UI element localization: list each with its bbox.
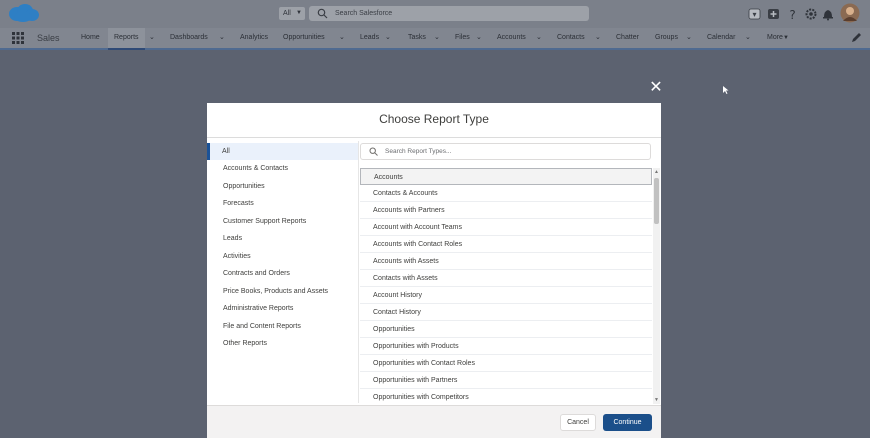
category-item-opportunities[interactable]: Opportunities bbox=[209, 178, 358, 195]
report-type-item[interactable]: Contacts & Accounts bbox=[360, 185, 652, 202]
category-item-accounts-contacts[interactable]: Accounts & Contacts bbox=[209, 160, 358, 177]
report-type-search-input[interactable]: Search Report Types... bbox=[360, 143, 651, 160]
close-modal-icon[interactable]: ✕ bbox=[649, 80, 663, 96]
category-item-forecasts[interactable]: Forecasts bbox=[209, 195, 358, 212]
nav-item-more[interactable]: More▼ bbox=[767, 28, 789, 48]
category-item-administrative[interactable]: Administrative Reports bbox=[209, 300, 358, 317]
svg-text:▾: ▾ bbox=[752, 10, 756, 19]
nav-item-calendar[interactable]: Calendar bbox=[707, 28, 735, 48]
nav-item-reports-label: Reports bbox=[114, 34, 139, 41]
global-search-placeholder: Search Salesforce bbox=[335, 10, 393, 17]
category-item-leads[interactable]: Leads bbox=[209, 230, 358, 247]
chevron-down-icon[interactable]: ⌄ bbox=[434, 31, 440, 45]
nav-item-contacts[interactable]: Contacts bbox=[557, 28, 585, 48]
report-type-list: Accounts Contacts & Accounts Accounts wi… bbox=[360, 168, 652, 404]
modal-footer: Cancel Continue bbox=[207, 405, 661, 438]
search-icon bbox=[369, 147, 378, 156]
continue-button[interactable]: Continue bbox=[603, 414, 652, 431]
chevron-down-icon[interactable]: ⌄ bbox=[595, 31, 601, 45]
app-nav-bar: Sales Home Reports ⌄ Dashboards ⌄ Analyt… bbox=[0, 28, 870, 50]
modal-title: Choose Report Type bbox=[207, 103, 661, 138]
report-type-scrollbar[interactable]: ▲ ▼ bbox=[653, 168, 660, 404]
category-item-file-content[interactable]: File and Content Reports bbox=[209, 318, 358, 335]
report-type-item[interactable]: Accounts with Contact Roles bbox=[360, 236, 652, 253]
chevron-down-icon[interactable]: ⌄ bbox=[536, 31, 542, 45]
report-type-item[interactable]: Opportunities bbox=[360, 321, 652, 338]
gear-icon[interactable] bbox=[804, 7, 818, 21]
nav-item-accounts[interactable]: Accounts bbox=[497, 28, 526, 48]
add-icon[interactable] bbox=[767, 7, 780, 21]
favorites-icon[interactable]: ▾ bbox=[748, 7, 761, 21]
nav-item-reports[interactable]: Reports bbox=[108, 28, 145, 50]
report-type-item[interactable]: Account with Account Teams bbox=[360, 219, 652, 236]
report-type-search-placeholder: Search Report Types... bbox=[385, 148, 452, 155]
category-item-contracts-orders[interactable]: Contracts and Orders bbox=[209, 265, 358, 282]
global-search-input[interactable]: Search Salesforce bbox=[309, 6, 589, 21]
chevron-down-icon[interactable]: ⌄ bbox=[385, 31, 391, 45]
user-avatar[interactable] bbox=[840, 3, 860, 23]
app-name: Sales bbox=[37, 33, 60, 43]
report-type-item[interactable]: Accounts with Partners bbox=[360, 202, 652, 219]
nav-item-opportunities[interactable]: Opportunities bbox=[283, 28, 325, 48]
notifications-bell-icon[interactable] bbox=[822, 7, 834, 21]
choose-report-type-modal: Choose Report Type All Accounts & Contac… bbox=[207, 103, 661, 438]
category-item-activities[interactable]: Activities bbox=[209, 248, 358, 265]
salesforce-logo-icon[interactable] bbox=[8, 3, 40, 23]
caret-down-icon: ▼ bbox=[782, 35, 789, 41]
report-type-item[interactable]: Accounts with Assets bbox=[360, 253, 652, 270]
cancel-button[interactable]: Cancel bbox=[560, 414, 596, 431]
scrollbar-thumb[interactable] bbox=[654, 178, 659, 224]
nav-item-home[interactable]: Home bbox=[81, 28, 100, 48]
chevron-down-icon[interactable]: ⌄ bbox=[219, 31, 225, 45]
scroll-down-arrow-icon[interactable]: ▼ bbox=[653, 396, 660, 404]
nav-item-leads[interactable]: Leads bbox=[360, 28, 379, 48]
nav-item-groups[interactable]: Groups bbox=[655, 28, 678, 48]
report-type-item[interactable]: Opportunities with Competitors bbox=[360, 389, 652, 404]
nav-item-tasks[interactable]: Tasks bbox=[408, 28, 426, 48]
report-type-item[interactable]: Opportunities with Partners bbox=[360, 372, 652, 389]
chevron-down-icon[interactable]: ⌄ bbox=[686, 31, 692, 45]
global-header: All ▼ Search Salesforce ▾ ? bbox=[0, 0, 870, 28]
scroll-up-arrow-icon[interactable]: ▲ bbox=[653, 168, 660, 176]
report-type-item[interactable]: Account History bbox=[360, 287, 652, 304]
nav-item-dashboards[interactable]: Dashboards bbox=[170, 28, 208, 48]
report-type-item[interactable]: Accounts bbox=[360, 168, 652, 185]
chevron-down-icon[interactable]: ⌄ bbox=[339, 31, 345, 45]
nav-item-more-label: More bbox=[767, 34, 783, 41]
category-item-other[interactable]: Other Reports bbox=[209, 335, 358, 352]
category-item-all[interactable]: All bbox=[207, 143, 359, 160]
svg-text:?: ? bbox=[789, 8, 795, 21]
category-item-customer-support[interactable]: Customer Support Reports bbox=[209, 213, 358, 230]
chevron-down-icon[interactable]: ⌄ bbox=[149, 31, 155, 45]
chevron-down-icon[interactable]: ⌄ bbox=[476, 31, 482, 45]
report-type-item[interactable]: Contacts with Assets bbox=[360, 270, 652, 287]
nav-item-files[interactable]: Files bbox=[455, 28, 470, 48]
column-divider bbox=[358, 141, 359, 403]
help-icon[interactable]: ? bbox=[786, 7, 799, 21]
nav-item-analytics[interactable]: Analytics bbox=[240, 28, 268, 48]
report-type-item[interactable]: Opportunities with Products bbox=[360, 338, 652, 355]
app-launcher-icon[interactable] bbox=[12, 32, 24, 44]
search-scope-dropdown[interactable]: All ▼ bbox=[279, 7, 305, 20]
edit-pencil-icon[interactable] bbox=[851, 32, 862, 43]
report-type-item[interactable]: Opportunities with Contact Roles bbox=[360, 355, 652, 372]
search-scope-label: All bbox=[283, 10, 291, 17]
nav-item-chatter[interactable]: Chatter bbox=[616, 28, 639, 48]
caret-down-icon: ▼ bbox=[296, 10, 302, 16]
mouse-cursor-icon bbox=[723, 86, 729, 94]
category-item-price-books[interactable]: Price Books, Products and Assets bbox=[209, 283, 358, 300]
chevron-down-icon[interactable]: ⌄ bbox=[745, 31, 751, 45]
search-icon bbox=[317, 8, 328, 19]
report-type-item[interactable]: Contact History bbox=[360, 304, 652, 321]
